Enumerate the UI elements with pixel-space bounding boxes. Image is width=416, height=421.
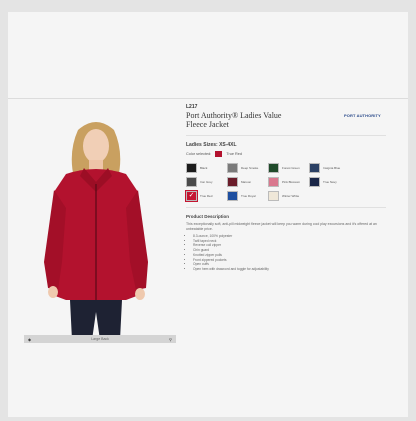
feature-item: Open hem with drawcord and toggle for ad…: [193, 267, 396, 272]
feature-list: 8.3-ounce, 100% polyesterTwill taped nec…: [186, 234, 396, 272]
color-swatch-box[interactable]: [227, 162, 238, 173]
color-swatch-label: Forest Green: [282, 165, 300, 170]
selected-color-chip: [215, 151, 223, 157]
product-name-line1: Port Authority® Ladies Value: [186, 111, 282, 120]
model-illustration: [44, 122, 148, 340]
color-swatch-box[interactable]: [268, 162, 279, 173]
check-icon: ✓: [188, 192, 195, 199]
color-swatch-box[interactable]: [186, 176, 197, 187]
product-photo[interactable]: [26, 112, 166, 342]
color-swatch[interactable]: Winter White: [268, 190, 309, 201]
color-swatch-label: Winter White: [282, 193, 300, 198]
product-page: ◆ Large Back ⚲ L217 Port Authority® Ladi…: [8, 12, 408, 417]
color-swatch[interactable]: Pink Blossom: [268, 176, 309, 187]
product-name: Port Authority® Ladies Value Fleece Jack…: [186, 111, 306, 129]
color-swatch-box[interactable]: [309, 176, 320, 187]
color-swatch[interactable]: Deep Smoke: [227, 162, 268, 173]
color-swatch-grid: Black Deep Smoke Forest Green Insignia Blue…: [186, 162, 396, 201]
description-heading: Product Description: [186, 214, 230, 219]
selected-color-row: Color selected: True Red: [186, 151, 396, 157]
color-swatch-box[interactable]: [186, 162, 197, 173]
photo-caption: Large Back: [91, 337, 109, 341]
product-sku: L217: [186, 104, 198, 110]
description-text: This exceptionally soft, anti-pill midwe…: [186, 222, 377, 231]
divider: [186, 207, 386, 208]
product-name-line2: Fleece Jacket: [186, 120, 229, 129]
color-swatch-label: True Navy: [323, 179, 337, 184]
color-swatch[interactable]: True Royal: [227, 190, 268, 201]
color-swatch-box[interactable]: [268, 190, 279, 201]
search-icon[interactable]: ⚲: [169, 337, 172, 342]
color-swatch[interactable]: Black: [186, 162, 227, 173]
color-swatch-label: Maroon: [241, 179, 252, 184]
size-range: Ladies Sizes: XS-4XL: [186, 142, 237, 148]
product-info: L217 Port Authority® Ladies Value Fleece…: [186, 104, 396, 272]
color-swatch[interactable]: True Navy: [309, 176, 350, 187]
color-swatch-label: Iron Grey: [200, 179, 213, 184]
selected-color-label: Color selected:: [186, 152, 212, 156]
color-swatch-box[interactable]: [268, 176, 279, 187]
color-swatch-box[interactable]: [227, 176, 238, 187]
zoom-icon[interactable]: ◆: [28, 337, 31, 342]
photo-toolbar: ◆ Large Back ⚲: [24, 335, 176, 343]
color-swatch[interactable]: Insignia Blue: [309, 162, 350, 173]
color-swatch-label: True Red: [200, 193, 213, 198]
color-swatch[interactable]: Maroon: [227, 176, 268, 187]
color-swatch-label: True Royal: [241, 193, 256, 198]
color-swatch[interactable]: Forest Green: [268, 162, 309, 173]
header-divider: [8, 98, 408, 99]
brand-logo: PORT AUTHORITY: [344, 113, 381, 118]
color-swatch-label: Black: [200, 165, 208, 170]
divider: [186, 135, 386, 136]
color-swatch-label: Deep Smoke: [241, 165, 259, 170]
color-swatch[interactable]: Iron Grey: [186, 176, 227, 187]
color-swatch-label: Pink Blossom: [282, 179, 301, 184]
selected-color-value: True Red: [226, 152, 243, 156]
color-swatch[interactable]: ✓ True Red: [186, 190, 227, 201]
color-swatch-box[interactable]: [309, 162, 320, 173]
color-swatch-box[interactable]: ✓: [186, 190, 197, 201]
color-swatch-label: Insignia Blue: [323, 165, 341, 170]
color-swatch-box[interactable]: [227, 190, 238, 201]
